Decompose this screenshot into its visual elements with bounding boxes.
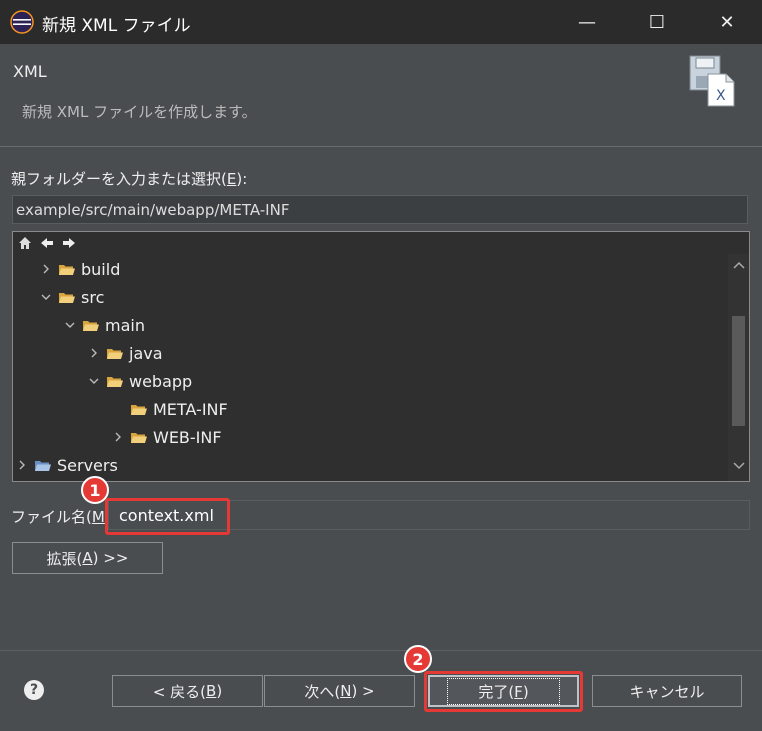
chevron-down-icon[interactable]	[63, 318, 77, 332]
back-button[interactable]: < 戻る(B)	[112, 675, 263, 707]
chevron-down-icon[interactable]	[39, 290, 53, 304]
advanced-button[interactable]: 拡張(A) >>	[12, 542, 163, 574]
tree-item-meta-inf[interactable]: META-INF	[131, 397, 228, 421]
folder-open-icon	[131, 404, 147, 415]
scroll-down-icon[interactable]	[730, 461, 747, 475]
tree-item-servers[interactable]: Servers	[15, 453, 118, 477]
scroll-up-icon[interactable]	[730, 260, 747, 274]
wizard-description: 新規 XML ファイルを作成します。	[22, 103, 257, 121]
folder-open-icon	[83, 320, 99, 331]
tree-toolbar	[17, 235, 77, 253]
file-name-label: ファイル名(M):	[11, 508, 116, 526]
wizard-header: XML 新規 XML ファイルを作成します。 X	[0, 44, 762, 146]
tree-item-label: Servers	[57, 455, 118, 475]
chevron-right-icon[interactable]	[15, 458, 29, 472]
tree-item-build[interactable]: build	[39, 257, 120, 281]
tree-item-src[interactable]: src	[39, 285, 104, 309]
tree-item-label: main	[105, 315, 145, 335]
new-xml-file-dialog: 新規 XML ファイル — ☐ ✕ XML 新規 XML ファイルを作成します。…	[0, 0, 762, 731]
minimize-button[interactable]: —	[560, 0, 614, 44]
tree-item-label: java	[129, 343, 163, 363]
tree-item-label: webapp	[129, 371, 193, 391]
annotation-badge-1: 1	[81, 476, 109, 504]
tree-item-label: src	[81, 287, 105, 307]
parent-folder-label: 親フォルダーを入力または選択(E):	[11, 170, 248, 188]
tree-item-label: META-INF	[153, 399, 228, 419]
footer-divider	[0, 650, 762, 651]
tree-item-label: WEB-INF	[153, 427, 222, 447]
project-folder-icon	[35, 460, 51, 471]
tree-item-main[interactable]: main	[63, 313, 145, 337]
help-icon[interactable]: ?	[24, 680, 44, 700]
folder-open-icon	[59, 292, 75, 303]
close-icon: ✕	[719, 11, 735, 33]
eclipse-icon	[10, 10, 34, 34]
svg-text:X: X	[716, 88, 726, 104]
tree-item-label: build	[81, 259, 121, 279]
scrollbar-thumb[interactable]	[732, 316, 745, 426]
tree-scrollbar[interactable]	[728, 254, 749, 481]
minimize-icon: —	[578, 11, 596, 33]
chevron-right-icon[interactable]	[87, 346, 101, 360]
chevron-right-icon[interactable]	[111, 430, 125, 444]
cancel-button[interactable]: キャンセル	[592, 675, 742, 707]
title-bar: 新規 XML ファイル — ☐ ✕	[0, 0, 762, 44]
next-button[interactable]: 次へ(N) >	[264, 675, 415, 707]
close-button[interactable]: ✕	[700, 0, 754, 44]
arrow-left-icon[interactable]	[39, 235, 55, 251]
xml-file-wizard-icon: X	[689, 55, 735, 107]
annotation-badge-2: 2	[404, 645, 432, 673]
maximize-icon: ☐	[648, 11, 666, 33]
annotation-highlight-finish	[424, 671, 583, 712]
arrow-right-icon[interactable]	[61, 235, 77, 251]
chevron-right-icon[interactable]	[39, 262, 53, 276]
folder-open-icon	[107, 376, 123, 387]
maximize-button[interactable]: ☐	[630, 0, 684, 44]
tree-item-web-inf[interactable]: WEB-INF	[111, 425, 222, 449]
annotation-highlight-file-name	[105, 498, 230, 535]
window-title: 新規 XML ファイル	[42, 16, 191, 36]
folder-tree[interactable]: build src main java webapp META-INF WEB-…	[12, 231, 750, 482]
parent-folder-input[interactable]: example/src/main/webapp/META-INF	[12, 195, 748, 224]
chevron-down-icon[interactable]	[87, 374, 101, 388]
folder-icon	[107, 348, 123, 359]
header-divider	[0, 146, 762, 147]
tree-item-java[interactable]: java	[87, 341, 163, 365]
folder-icon	[59, 264, 75, 275]
wizard-title: XML	[13, 62, 47, 81]
home-icon[interactable]	[17, 235, 33, 251]
folder-icon	[131, 432, 147, 443]
tree-item-webapp[interactable]: webapp	[87, 369, 192, 393]
